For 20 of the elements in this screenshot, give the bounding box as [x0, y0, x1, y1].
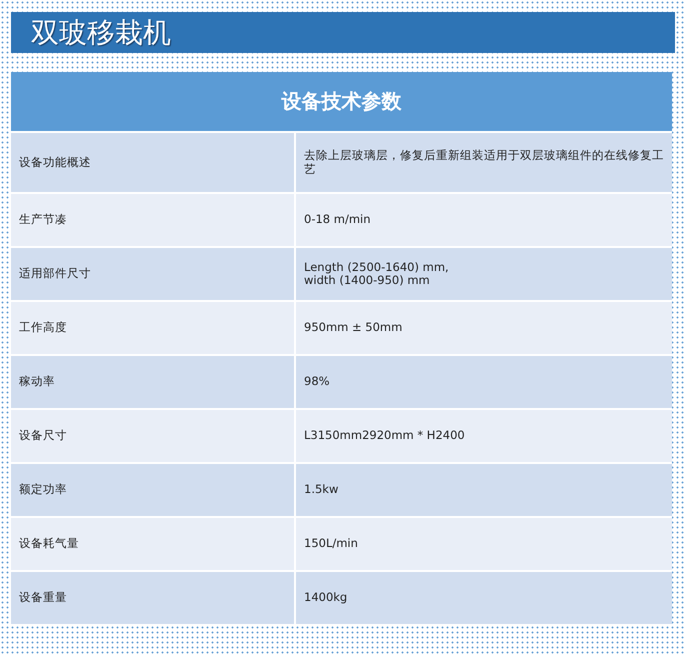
label-cell: 稼动率	[11, 356, 294, 408]
value-cell: 去除上层玻璃层，修复后重新组装适用于双层玻璃组件的在线修复工艺	[296, 133, 672, 192]
label-cell: 工作高度	[11, 302, 294, 354]
label-cell: 额定功率	[11, 464, 294, 516]
label-cell: 生产节凑	[11, 194, 294, 246]
value-cell: Length (2500-1640) mm, width (1400-950) mm	[296, 248, 672, 300]
label-cell: 设备功能概述	[11, 133, 294, 192]
value-cell: 1400kg	[296, 572, 672, 624]
label-cell: 设备重量	[11, 572, 294, 624]
label-cell: 设备耗气量	[11, 518, 294, 570]
label-cell: 适用部件尺寸	[11, 248, 294, 300]
value-cell: 1.5kw	[296, 464, 672, 516]
value-cell: 0-18 m/min	[296, 194, 672, 246]
page-title: 双玻移栽机	[31, 14, 171, 50]
value-cell: 150L/min	[296, 518, 672, 570]
value-cell: L3150mm2920mm * H2400	[296, 410, 672, 462]
table-caption: 设备技术参数	[11, 72, 672, 131]
label-cell: 设备尺寸	[11, 410, 294, 462]
value-cell: 950mm ± 50mm	[296, 302, 672, 354]
value-cell: 98%	[296, 356, 672, 408]
